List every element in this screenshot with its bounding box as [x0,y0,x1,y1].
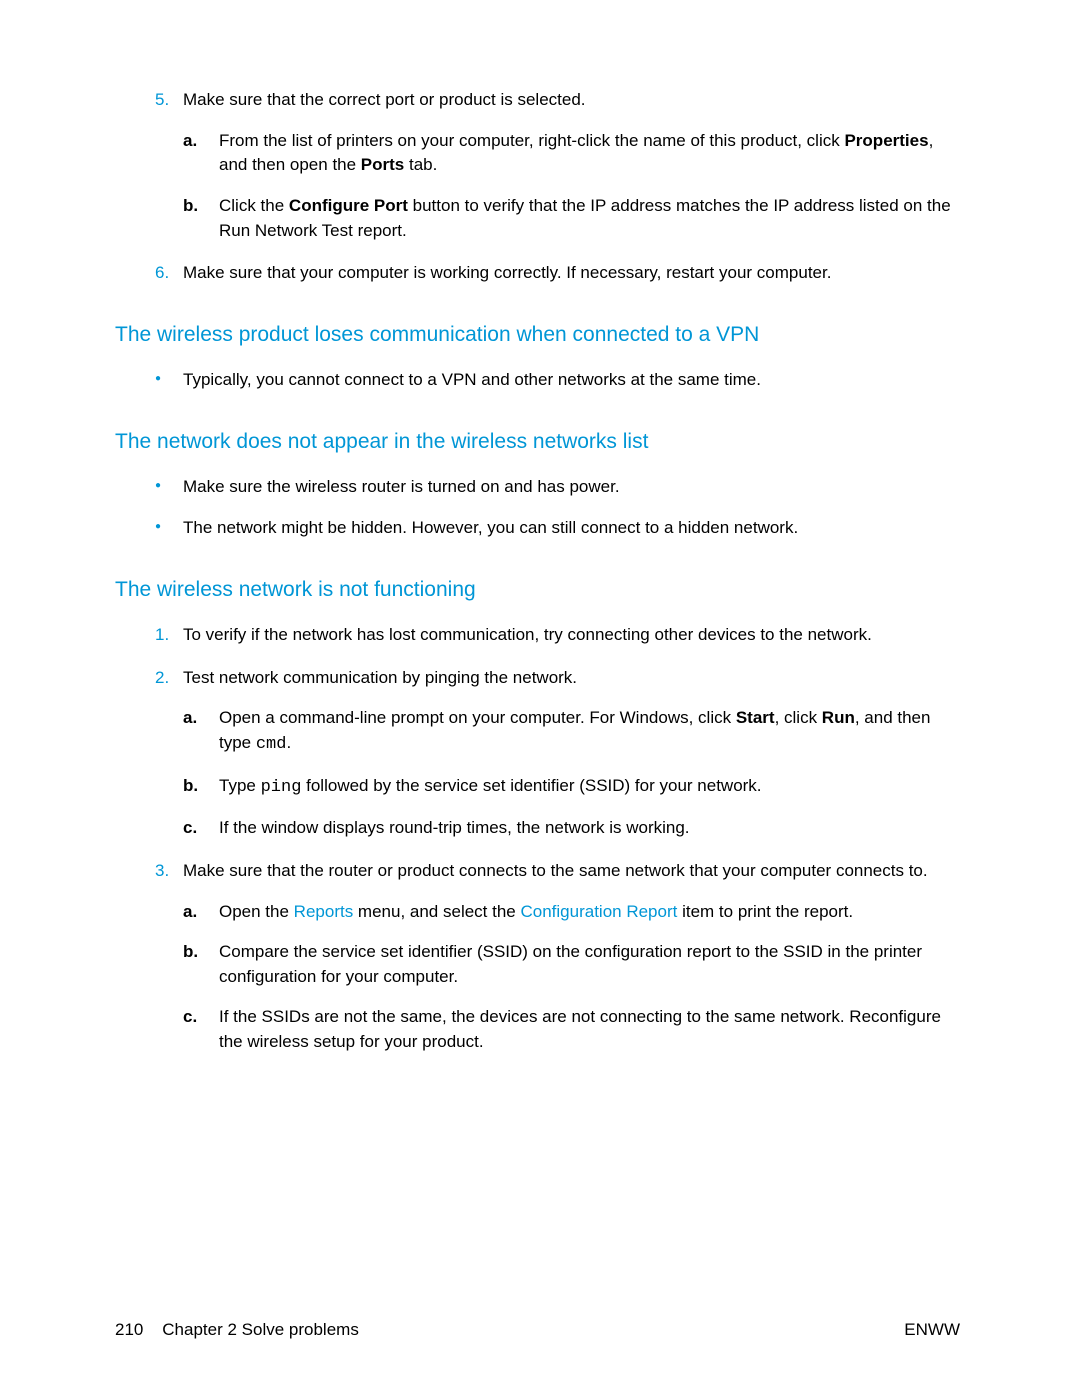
list-marker: 5. [155,88,169,113]
list-item-2: 2. Test network communication by pinging… [183,666,960,841]
sub-list: a. Open the Reports menu, and select the… [183,900,960,1055]
link-reports: Reports [294,902,354,921]
sub-list: a. Open a command-line prompt on your co… [183,706,960,841]
list-item-3: 3. Make sure that the router or product … [183,859,960,1055]
text: From the list of printers on your comput… [219,131,844,150]
mono: cmd [256,735,287,754]
text: If the SSIDs are not the same, the devic… [219,1007,941,1051]
item-text: Make sure that your computer is working … [183,263,831,282]
text: Open the [219,902,294,921]
footer-right: ENWW [904,1318,960,1343]
text: menu, and select the [353,902,520,921]
heading-network-list: The network does not appear in the wirel… [115,427,960,457]
bold: Properties [844,131,928,150]
text: , click [775,708,822,727]
item-text: Make sure that the correct port or produ… [183,90,586,109]
list-marker: 1. [155,623,169,648]
sub-marker: a. [183,706,197,731]
text: item to print the report. [677,902,853,921]
functioning-numbered-list: 1. To verify if the network has lost com… [115,623,960,1055]
item-text: To verify if the network has lost commun… [183,625,872,644]
bullet-item: Make sure the wireless router is turned … [183,475,960,500]
list-marker: 2. [155,666,169,691]
text: Compare the service set identifier (SSID… [219,942,922,986]
page-footer: 210 Chapter 2 Solve problems ENWW [115,1318,960,1343]
sub-list: a. From the list of printers on your com… [183,129,960,244]
sub-marker: c. [183,816,197,841]
bold: Start [736,708,775,727]
bold: Configure Port [289,196,408,215]
text: . [286,733,291,752]
text: tab. [404,155,437,174]
sub-item-b: b. Type ping followed by the service set… [219,774,960,801]
mono: ping [261,778,302,797]
list-item-5: 5. Make sure that the correct port or pr… [183,88,960,243]
list-marker: 6. [155,261,169,286]
bold: Ports [361,155,404,174]
sub-item-b: b. Compare the service set identifier (S… [219,940,960,989]
sub-marker: a. [183,129,197,154]
sub-item-a: a. Open a command-line prompt on your co… [219,706,960,757]
sub-marker: c. [183,1005,197,1030]
text: Open a command-line prompt on your compu… [219,708,736,727]
bold: Run [822,708,855,727]
text: The network might be hidden. However, yo… [183,518,798,537]
continued-numbered-list: 5. Make sure that the correct port or pr… [115,88,960,286]
text: Click the [219,196,289,215]
list-item-1: 1. To verify if the network has lost com… [183,623,960,648]
sub-item-a: a. From the list of printers on your com… [219,129,960,178]
text: If the window displays round-trip times,… [219,818,690,837]
sub-item-a: a. Open the Reports menu, and select the… [219,900,960,925]
page-number: 210 [115,1320,143,1339]
sub-item-b: b. Click the Configure Port button to ve… [219,194,960,243]
bullet-item: The network might be hidden. However, yo… [183,516,960,541]
list-item-6: 6. Make sure that your computer is worki… [183,261,960,286]
sub-marker: b. [183,194,198,219]
sub-marker: b. [183,774,198,799]
bullet-list-network: Make sure the wireless router is turned … [115,475,960,540]
heading-not-functioning: The wireless network is not functioning [115,575,960,605]
link-config-report: Configuration Report [520,902,677,921]
chapter-title: Chapter 2 Solve problems [162,1320,359,1339]
bullet-item: Typically, you cannot connect to a VPN a… [183,368,960,393]
sub-marker: a. [183,900,197,925]
sub-marker: b. [183,940,198,965]
text: Make sure the wireless router is turned … [183,477,620,496]
sub-item-c: c. If the window displays round-trip tim… [219,816,960,841]
footer-left: 210 Chapter 2 Solve problems [115,1318,359,1343]
text: Type [219,776,261,795]
heading-vpn: The wireless product loses communication… [115,320,960,350]
item-text: Test network communication by pinging th… [183,668,577,687]
text: followed by the service set identifier (… [301,776,761,795]
item-text: Make sure that the router or product con… [183,861,928,880]
list-marker: 3. [155,859,169,884]
bullet-list-vpn: Typically, you cannot connect to a VPN a… [115,368,960,393]
sub-item-c: c. If the SSIDs are not the same, the de… [219,1005,960,1054]
text: Typically, you cannot connect to a VPN a… [183,370,761,389]
